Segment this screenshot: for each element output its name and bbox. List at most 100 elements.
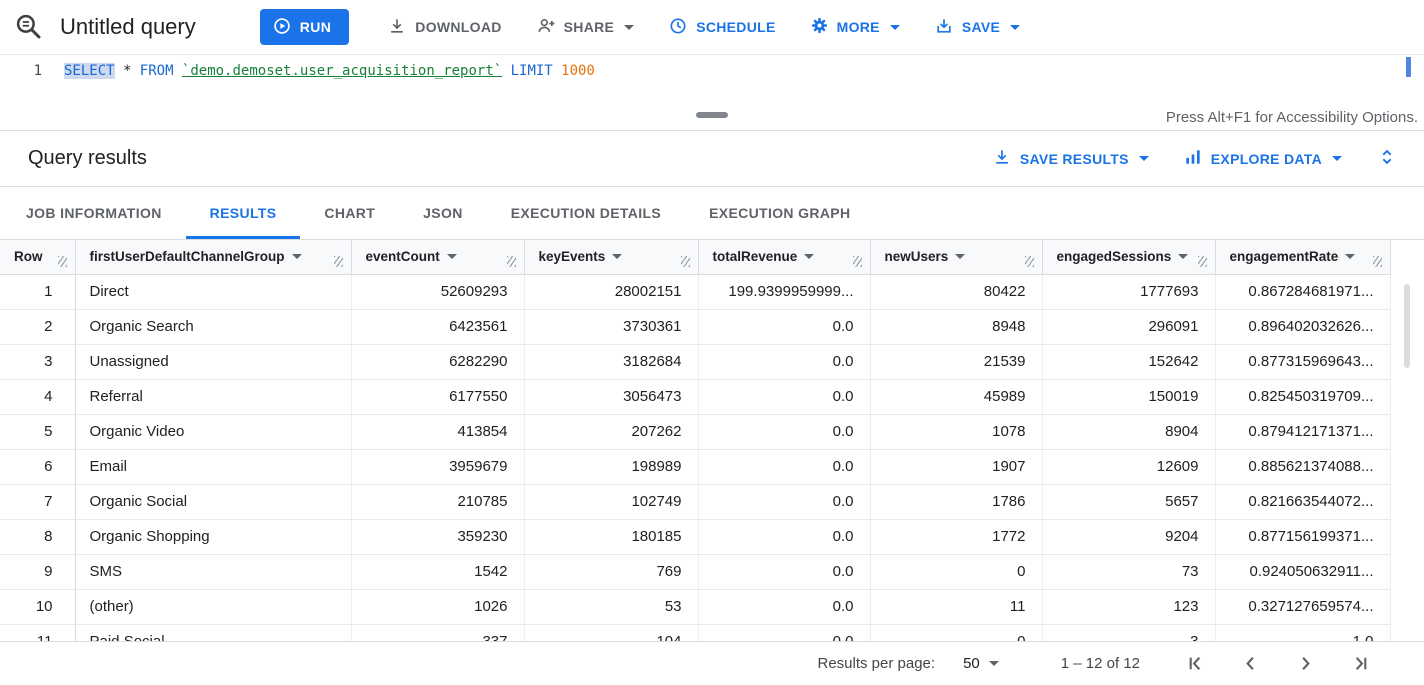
gear-icon [810,16,829,38]
more-button[interactable]: MORE [798,9,912,45]
new-users-cell: 1907 [870,449,1042,484]
column-resize-handle[interactable] [1025,256,1034,267]
bigquery-query-icon [14,12,44,42]
engaged-sessions-cell: 123 [1042,589,1215,624]
column-header-label: eventCount [366,249,440,264]
tab-execution-graph[interactable]: EXECUTION GRAPH [685,187,874,239]
previous-page-button[interactable] [1239,652,1262,675]
event-count-cell: 1542 [351,554,524,589]
column-resize-handle[interactable] [1373,256,1382,267]
event-count-cell: 413854 [351,414,524,449]
save-results-caret-icon [1139,156,1149,161]
engagement-rate-cell: 0.924050632911... [1215,554,1390,589]
column-menu-caret-icon[interactable] [292,254,302,259]
column-header: engagementRate [1215,240,1390,274]
engagement-rate-cell: 0.877315969643... [1215,344,1390,379]
sql-table-reference[interactable]: `demo.demoset.user_acquisition_report` [182,63,502,79]
column-resize-handle[interactable] [853,256,862,267]
table-row: 6 Email 3959679 198989 0.0 1907 12609 0.… [0,449,1390,484]
table-row: 11 Paid Social 337 104 0.0 0 3 1.0 [0,624,1390,641]
column-header-label: totalRevenue [713,249,798,264]
tab-execution-details[interactable]: EXECUTION DETAILS [487,187,685,239]
share-dropdown-caret-icon [624,25,634,30]
column-resize-handle[interactable] [681,256,690,267]
table-row: 8 Organic Shopping 359230 180185 0.0 177… [0,519,1390,554]
pagination-footer: Results per page: 50 1 – 12 of 12 [0,641,1424,685]
new-users-cell: 1078 [870,414,1042,449]
sql-editor[interactable]: 1 SELECT*FROM`demo.demoset.user_acquisit… [0,55,1424,104]
next-page-button[interactable] [1294,652,1317,675]
table-header: Row firstUserDefaultChannelGroup [0,240,1390,274]
sql-limit-value: 1000 [561,63,595,79]
channel-group-cell: Direct [75,274,351,309]
total-revenue-cell: 0.0 [698,344,870,379]
event-count-cell: 52609293 [351,274,524,309]
sql-star: * [123,63,131,79]
results-per-page-select[interactable]: 50 [963,655,999,672]
tab-job-information[interactable]: JOB INFORMATION [2,187,186,239]
column-header-label: engagementRate [1230,249,1339,264]
sql-code-line[interactable]: SELECT * FROM `demo.demoset.user_acquisitio… [64,55,595,104]
splitter-row: Press Alt+F1 for Accessibility Options. [0,104,1424,131]
download-icon [387,16,407,39]
column-resize-handle[interactable] [507,256,516,267]
column-resize-handle[interactable] [58,256,67,267]
key-events-cell: 102749 [524,484,698,519]
pane-resize-handle[interactable] [696,112,728,118]
column-header: keyEvents [524,240,698,274]
sql-from-keyword: FROM [140,63,174,79]
column-menu-caret-icon[interactable] [804,254,814,259]
new-users-cell: 11 [870,589,1042,624]
results-per-page-label: Results per page: [818,655,936,672]
toolbar-buttons: RUN DOWNLOAD SHARE SCHEDULE MORE SAVE [260,9,1032,45]
sql-select-keyword: SELECT [64,63,115,79]
column-menu-caret-icon[interactable] [447,254,457,259]
column-menu-caret-icon[interactable] [612,254,622,259]
engaged-sessions-cell: 9204 [1042,519,1215,554]
tab-chart[interactable]: CHART [300,187,399,239]
more-dropdown-caret-icon [890,25,900,30]
results-tabs: JOB INFORMATION RESULTS CHART JSON EXECU… [0,187,1424,240]
chevron-right-icon [1294,652,1317,675]
column-resize-handle[interactable] [1198,256,1207,267]
column-resize-handle[interactable] [334,256,343,267]
accessibility-hint: Press Alt+F1 for Accessibility Options. [1166,109,1418,126]
channel-group-cell: Unassigned [75,344,351,379]
run-button[interactable]: RUN [260,9,350,45]
save-icon [934,16,954,39]
table-row: 5 Organic Video 413854 207262 0.0 1078 8… [0,414,1390,449]
new-users-cell: 21539 [870,344,1042,379]
engagement-rate-cell: 0.885621374088... [1215,449,1390,484]
row-column-header-label: Row [14,249,43,264]
total-revenue-cell: 0.0 [698,309,870,344]
new-users-cell: 1786 [870,484,1042,519]
column-menu-caret-icon[interactable] [1345,254,1355,259]
table-row: 9 SMS 1542 769 0.0 0 73 0.924050632911..… [0,554,1390,589]
key-events-cell: 28002151 [524,274,698,309]
tab-results[interactable]: RESULTS [186,187,301,239]
person-add-icon [536,16,556,39]
expand-panel-button[interactable] [1376,146,1398,171]
column-menu-caret-icon[interactable] [955,254,965,259]
key-events-cell: 198989 [524,449,698,484]
column-menu-caret-icon[interactable] [1178,254,1188,259]
save-button[interactable]: SAVE [922,9,1032,45]
key-events-cell: 104 [524,624,698,641]
save-results-button[interactable]: SAVE RESULTS [992,147,1149,170]
schedule-button[interactable]: SCHEDULE [656,9,787,45]
last-page-button[interactable] [1349,652,1372,675]
download-button[interactable]: DOWNLOAD [375,9,513,45]
table-scrollbar[interactable] [1404,284,1410,368]
first-page-button[interactable] [1184,652,1207,675]
share-button[interactable]: SHARE [524,9,647,45]
engaged-sessions-cell: 1777693 [1042,274,1215,309]
page-size-caret-icon [989,661,999,666]
event-count-cell: 6177550 [351,379,524,414]
total-revenue-cell: 0.0 [698,414,870,449]
tab-json[interactable]: JSON [399,187,487,239]
explore-data-button[interactable]: EXPLORE DATA [1183,147,1342,170]
event-count-cell: 1026 [351,589,524,624]
engaged-sessions-cell: 12609 [1042,449,1215,484]
table-row: 10 (other) 1026 53 0.0 11 123 0.32712765… [0,589,1390,624]
editor-scrollbar[interactable] [1406,57,1411,77]
